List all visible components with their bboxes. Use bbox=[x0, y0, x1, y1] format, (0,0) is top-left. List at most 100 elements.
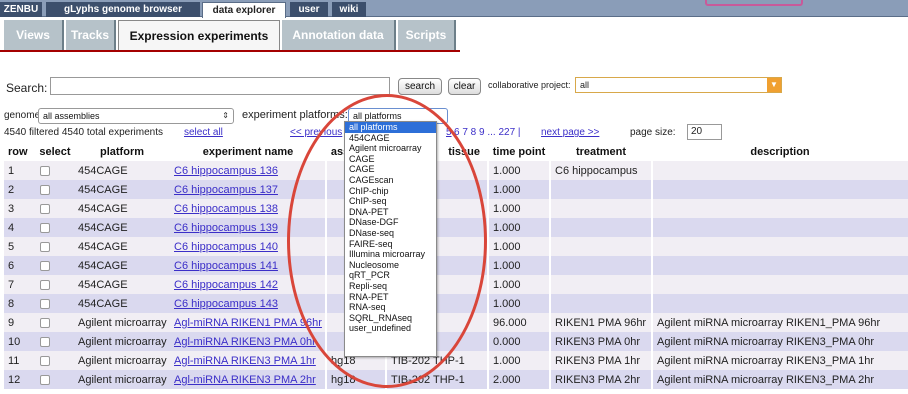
top-tab-glyphs[interactable]: gLyphs genome browser bbox=[46, 2, 200, 17]
platform-option[interactable]: ChIP-chip bbox=[345, 186, 436, 197]
row-checkbox[interactable] bbox=[40, 222, 50, 233]
tab-tracks[interactable]: Tracks bbox=[66, 20, 116, 50]
platform-option[interactable]: CAGE bbox=[345, 154, 436, 165]
clear-button[interactable]: clear bbox=[448, 78, 481, 95]
platform-option[interactable]: user_undefined bbox=[345, 323, 436, 334]
row-checkbox[interactable] bbox=[40, 184, 50, 195]
header-select[interactable]: select bbox=[36, 142, 74, 161]
row-platform: 454CAGE bbox=[74, 294, 170, 313]
platform-option[interactable]: all platforms bbox=[345, 122, 436, 133]
row-checkbox[interactable] bbox=[40, 336, 50, 347]
row-select[interactable] bbox=[36, 180, 74, 199]
row-time-point: 2.000 bbox=[487, 370, 550, 389]
row-checkbox[interactable] bbox=[40, 165, 50, 176]
table-row[interactable]: 11 Agilent microarray Agl-miRNA RIKEN3 PMA… bbox=[4, 351, 908, 370]
header-experiment-name[interactable]: experiment name bbox=[170, 142, 326, 161]
platform-option[interactable]: qRT_PCR bbox=[345, 270, 436, 281]
platform-option[interactable]: SQRL_RNAseq bbox=[345, 313, 436, 324]
row-select[interactable] bbox=[36, 294, 74, 313]
experiment-name-link[interactable]: C6 hippocampus 138 bbox=[174, 203, 278, 215]
top-tab-wiki[interactable]: wiki bbox=[332, 2, 366, 17]
row-select[interactable] bbox=[36, 256, 74, 275]
row-select[interactable] bbox=[36, 237, 74, 256]
row-select[interactable] bbox=[36, 351, 74, 370]
header-description[interactable]: description bbox=[652, 142, 908, 161]
platform-option[interactable]: CAGE bbox=[345, 164, 436, 175]
row-checkbox[interactable] bbox=[40, 374, 50, 385]
top-tab-data-explorer[interactable]: data explorer bbox=[202, 2, 286, 18]
page-size-input[interactable]: 20 bbox=[687, 124, 722, 140]
top-tab-zenbu[interactable]: ZENBU bbox=[0, 2, 42, 17]
header-time-point[interactable]: time point bbox=[488, 142, 550, 161]
genome-select[interactable]: all assemblies ⇕ bbox=[38, 108, 234, 124]
row-select[interactable] bbox=[36, 275, 74, 294]
experiment-name-link[interactable]: C6 hippocampus 141 bbox=[174, 260, 278, 272]
row-checkbox[interactable] bbox=[40, 241, 50, 252]
tab-views[interactable]: Views bbox=[4, 20, 64, 50]
platform-dropdown-list[interactable]: all platforms 454CAGE Agilent microarray CA… bbox=[344, 121, 437, 357]
experiment-name-link[interactable]: C6 hippocampus 139 bbox=[174, 222, 278, 234]
platform-option[interactable]: Agilent microarray bbox=[345, 143, 436, 154]
platform-option[interactable]: Illumina microarray bbox=[345, 249, 436, 260]
experiment-name-link[interactable]: Agl-miRNA RIKEN3 PMA 0hr bbox=[174, 336, 316, 348]
experiment-name-link[interactable]: C6 hippocampus 137 bbox=[174, 184, 278, 196]
experiment-name-link[interactable]: C6 hippocampus 136 bbox=[174, 165, 278, 177]
row-select[interactable] bbox=[36, 370, 74, 389]
header-platform[interactable]: platform bbox=[74, 142, 170, 161]
platform-option[interactable]: 454CAGE bbox=[345, 133, 436, 144]
next-page-link[interactable]: next page >> bbox=[541, 127, 599, 138]
search-button[interactable]: search bbox=[398, 78, 442, 95]
row-select[interactable] bbox=[36, 218, 74, 237]
row-checkbox[interactable] bbox=[40, 203, 50, 214]
platform-option[interactable]: Repli-seq bbox=[345, 281, 436, 292]
row-time-point: 1.000 bbox=[487, 351, 550, 370]
select-all-link[interactable]: select all bbox=[184, 127, 223, 138]
row-number: 12 bbox=[4, 370, 36, 389]
experiment-name-link[interactable]: Agl-miRNA RIKEN3 PMA 2hr bbox=[174, 374, 316, 386]
tab-expression-experiments[interactable]: Expression experiments bbox=[118, 20, 280, 50]
row-experiment-name[interactable]: Agl-miRNA RIKEN3 PMA 1hr bbox=[170, 351, 326, 370]
row-checkbox[interactable] bbox=[40, 260, 50, 271]
row-select[interactable] bbox=[36, 199, 74, 218]
platform-option[interactable]: ChIP-seq bbox=[345, 196, 436, 207]
experiment-name-link[interactable]: Agl-miRNA RIKEN3 PMA 1hr bbox=[174, 355, 316, 367]
tab-scripts[interactable]: Scripts bbox=[398, 20, 456, 50]
row-select[interactable] bbox=[36, 161, 74, 180]
platform-option[interactable]: RNA-PET bbox=[345, 292, 436, 303]
chevron-down-icon: ▼ bbox=[767, 78, 781, 92]
pagination-links[interactable]: 6 7 8 9 ... 227 | bbox=[454, 127, 521, 138]
row-description bbox=[651, 180, 908, 199]
table-row[interactable]: 12 Agilent microarray Agl-miRNA RIKEN3 PMA… bbox=[4, 370, 908, 389]
row-platform: 454CAGE bbox=[74, 237, 170, 256]
row-treatment bbox=[549, 294, 652, 313]
row-experiment-name[interactable]: Agl-miRNA RIKEN3 PMA 2hr bbox=[170, 370, 326, 389]
top-tab-user[interactable]: user bbox=[290, 2, 328, 17]
platform-option[interactable]: FAIRE-seq bbox=[345, 239, 436, 250]
row-platform: 454CAGE bbox=[74, 275, 170, 294]
platform-option[interactable]: CAGEscan bbox=[345, 175, 436, 186]
row-time-point: 1.000 bbox=[487, 294, 550, 313]
experiment-name-link[interactable]: C6 hippocampus 142 bbox=[174, 279, 278, 291]
header-treatment[interactable]: treatment bbox=[550, 142, 652, 161]
search-input[interactable] bbox=[50, 77, 390, 95]
platform-option[interactable]: RNA-seq bbox=[345, 302, 436, 313]
row-experiment-name[interactable]: Agl-miRNA RIKEN3 PMA 0hr bbox=[170, 332, 326, 351]
row-checkbox[interactable] bbox=[40, 298, 50, 309]
platform-option[interactable]: DNase-DGF bbox=[345, 217, 436, 228]
tab-annotation-data[interactable]: Annotation data bbox=[282, 20, 396, 50]
experiment-name-link[interactable]: C6 hippocampus 143 bbox=[174, 298, 278, 310]
collab-project-select[interactable]: all ▼ bbox=[575, 77, 782, 93]
experiment-name-link[interactable]: Agl-miRNA RIKEN1 PMA 96hr bbox=[174, 317, 322, 329]
collab-value: all bbox=[580, 80, 590, 90]
row-checkbox[interactable] bbox=[40, 355, 50, 366]
platform-option[interactable]: DNA-PET bbox=[345, 207, 436, 218]
row-select[interactable] bbox=[36, 313, 74, 332]
experiment-name-link[interactable]: C6 hippocampus 140 bbox=[174, 241, 278, 253]
platform-option[interactable]: Nucleosome bbox=[345, 260, 436, 271]
row-checkbox[interactable] bbox=[40, 279, 50, 290]
row-checkbox[interactable] bbox=[40, 317, 50, 328]
row-select[interactable] bbox=[36, 332, 74, 351]
header-row[interactable]: row bbox=[4, 142, 36, 161]
platform-option[interactable]: DNase-seq bbox=[345, 228, 436, 239]
row-description bbox=[651, 237, 908, 256]
